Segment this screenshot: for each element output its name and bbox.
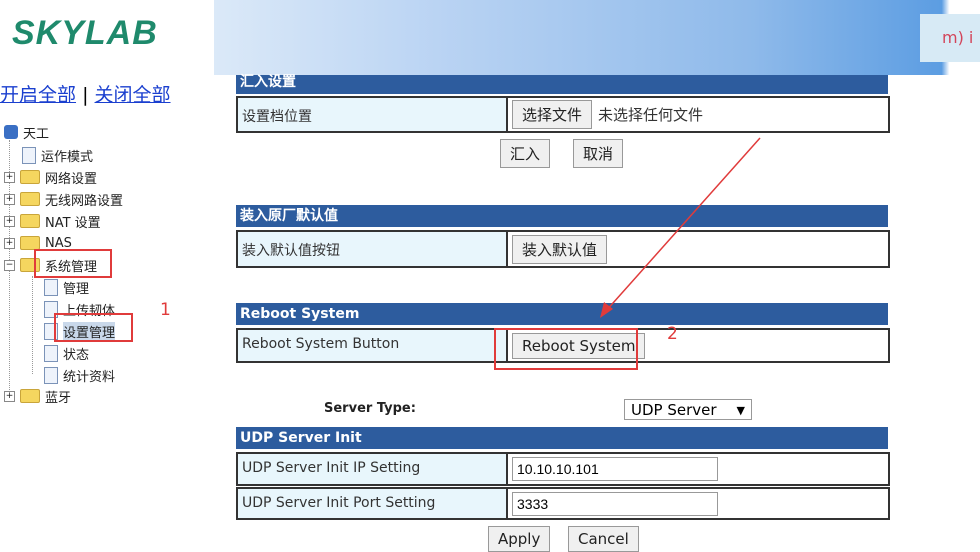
annotation-arrow [600,137,761,318]
